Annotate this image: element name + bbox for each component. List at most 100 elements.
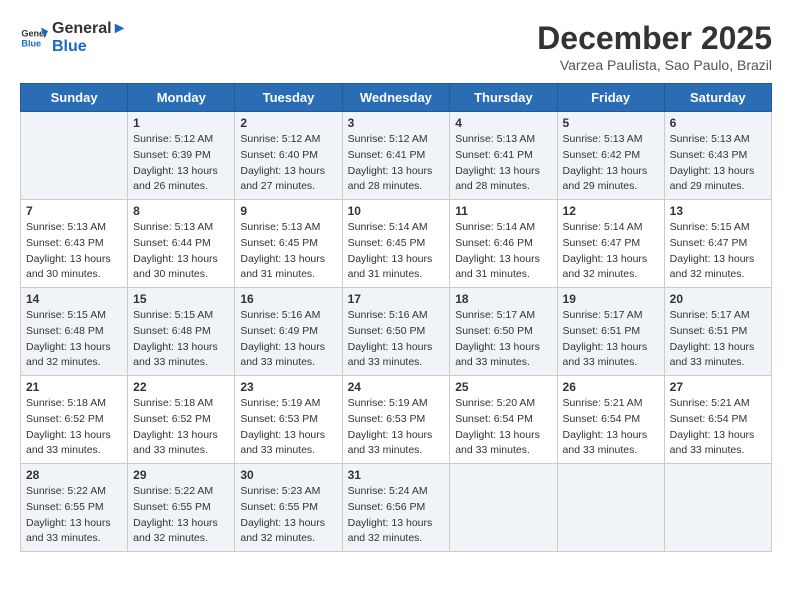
day-number: 20 bbox=[670, 292, 766, 306]
day-number: 12 bbox=[563, 204, 659, 218]
day-info: Sunrise: 5:17 AMSunset: 6:50 PMDaylight:… bbox=[455, 308, 551, 371]
calendar-cell: 26Sunrise: 5:21 AMSunset: 6:54 PMDayligh… bbox=[557, 376, 664, 464]
calendar-cell: 7 Sunrise: 5:13 AMSunset: 6:43 PMDaylight… bbox=[21, 200, 128, 288]
calendar-cell: 19Sunrise: 5:17 AMSunset: 6:51 PMDayligh… bbox=[557, 288, 664, 376]
day-number: 10 bbox=[348, 204, 445, 218]
calendar-cell: 12 Sunrise: 5:14 AMSunset: 6:47 PMDayligh… bbox=[557, 200, 664, 288]
calendar-cell: 11 Sunrise: 5:14 AMSunset: 6:46 PMDayligh… bbox=[450, 200, 557, 288]
day-info: Sunrise: 5:18 AMSunset: 6:52 PMDaylight:… bbox=[133, 396, 229, 459]
day-info: Sunrise: 5:13 AMSunset: 6:44 PMDaylight:… bbox=[133, 220, 229, 283]
day-number: 13 bbox=[670, 204, 766, 218]
calendar-week-1: 1 Sunrise: 5:12 AMSunset: 6:39 PMDaylight… bbox=[21, 112, 772, 200]
header-sunday: Sunday bbox=[21, 84, 128, 112]
header-friday: Friday bbox=[557, 84, 664, 112]
calendar-cell: 13Sunrise: 5:15 AMSunset: 6:47 PMDayligh… bbox=[664, 200, 771, 288]
calendar-header-row: SundayMondayTuesdayWednesdayThursdayFrid… bbox=[21, 84, 772, 112]
page-header: General Blue General► Blue December 2025… bbox=[20, 20, 772, 73]
calendar-week-2: 7 Sunrise: 5:13 AMSunset: 6:43 PMDaylight… bbox=[21, 200, 772, 288]
calendar-cell: 9 Sunrise: 5:13 AMSunset: 6:45 PMDaylight… bbox=[235, 200, 342, 288]
day-info: Sunrise: 5:24 AMSunset: 6:56 PMDaylight:… bbox=[348, 484, 445, 547]
logo-line1: General► bbox=[52, 20, 127, 38]
calendar-cell: 21 Sunrise: 5:18 AMSunset: 6:52 PMDayligh… bbox=[21, 376, 128, 464]
calendar-cell bbox=[664, 464, 771, 552]
calendar-cell: 8 Sunrise: 5:13 AMSunset: 6:44 PMDaylight… bbox=[128, 200, 235, 288]
day-number: 24 bbox=[348, 380, 445, 394]
header-monday: Monday bbox=[128, 84, 235, 112]
day-info: Sunrise: 5:20 AMSunset: 6:54 PMDaylight:… bbox=[455, 396, 551, 459]
calendar-cell: 27Sunrise: 5:21 AMSunset: 6:54 PMDayligh… bbox=[664, 376, 771, 464]
day-number: 27 bbox=[670, 380, 766, 394]
calendar-cell bbox=[21, 112, 128, 200]
day-info: Sunrise: 5:16 AMSunset: 6:50 PMDaylight:… bbox=[348, 308, 445, 371]
day-info: Sunrise: 5:17 AMSunset: 6:51 PMDaylight:… bbox=[563, 308, 659, 371]
day-number: 21 bbox=[26, 380, 122, 394]
day-number: 6 bbox=[670, 116, 766, 130]
day-info: Sunrise: 5:17 AMSunset: 6:51 PMDaylight:… bbox=[670, 308, 766, 371]
day-info: Sunrise: 5:14 AMSunset: 6:46 PMDaylight:… bbox=[455, 220, 551, 283]
logo-icon: General Blue bbox=[20, 24, 48, 52]
day-info: Sunrise: 5:13 AMSunset: 6:42 PMDaylight:… bbox=[563, 132, 659, 195]
day-number: 17 bbox=[348, 292, 445, 306]
calendar-cell: 28Sunrise: 5:22 AMSunset: 6:55 PMDayligh… bbox=[21, 464, 128, 552]
day-info: Sunrise: 5:12 AMSunset: 6:40 PMDaylight:… bbox=[240, 132, 336, 195]
day-info: Sunrise: 5:13 AMSunset: 6:41 PMDaylight:… bbox=[455, 132, 551, 195]
header-saturday: Saturday bbox=[664, 84, 771, 112]
day-info: Sunrise: 5:14 AMSunset: 6:47 PMDaylight:… bbox=[563, 220, 659, 283]
day-number: 7 bbox=[26, 204, 122, 218]
day-number: 16 bbox=[240, 292, 336, 306]
day-info: Sunrise: 5:21 AMSunset: 6:54 PMDaylight:… bbox=[563, 396, 659, 459]
calendar-cell: 16Sunrise: 5:16 AMSunset: 6:49 PMDayligh… bbox=[235, 288, 342, 376]
calendar-cell: 17 Sunrise: 5:16 AMSunset: 6:50 PMDayligh… bbox=[342, 288, 450, 376]
day-number: 23 bbox=[240, 380, 336, 394]
calendar-cell: 24Sunrise: 5:19 AMSunset: 6:53 PMDayligh… bbox=[342, 376, 450, 464]
day-info: Sunrise: 5:12 AMSunset: 6:41 PMDaylight:… bbox=[348, 132, 445, 195]
day-number: 15 bbox=[133, 292, 229, 306]
day-info: Sunrise: 5:19 AMSunset: 6:53 PMDaylight:… bbox=[240, 396, 336, 459]
day-info: Sunrise: 5:22 AMSunset: 6:55 PMDaylight:… bbox=[133, 484, 229, 547]
day-info: Sunrise: 5:18 AMSunset: 6:52 PMDaylight:… bbox=[26, 396, 122, 459]
calendar-cell: 18Sunrise: 5:17 AMSunset: 6:50 PMDayligh… bbox=[450, 288, 557, 376]
day-number: 4 bbox=[455, 116, 551, 130]
day-number: 30 bbox=[240, 468, 336, 482]
day-number: 29 bbox=[133, 468, 229, 482]
month-title: December 2025 bbox=[537, 20, 772, 57]
day-number: 22 bbox=[133, 380, 229, 394]
calendar-cell: 20 Sunrise: 5:17 AMSunset: 6:51 PMDayligh… bbox=[664, 288, 771, 376]
calendar-cell: 5 Sunrise: 5:13 AMSunset: 6:42 PMDaylight… bbox=[557, 112, 664, 200]
day-number: 31 bbox=[348, 468, 445, 482]
calendar-cell: 30 Sunrise: 5:23 AMSunset: 6:55 PMDayligh… bbox=[235, 464, 342, 552]
day-number: 5 bbox=[563, 116, 659, 130]
day-number: 2 bbox=[240, 116, 336, 130]
calendar-cell: 25 Sunrise: 5:20 AMSunset: 6:54 PMDayligh… bbox=[450, 376, 557, 464]
day-number: 1 bbox=[133, 116, 229, 130]
header-wednesday: Wednesday bbox=[342, 84, 450, 112]
day-number: 8 bbox=[133, 204, 229, 218]
location: Varzea Paulista, Sao Paulo, Brazil bbox=[537, 57, 772, 73]
calendar-cell: 23 Sunrise: 5:19 AMSunset: 6:53 PMDayligh… bbox=[235, 376, 342, 464]
header-thursday: Thursday bbox=[450, 84, 557, 112]
calendar-cell: 29 Sunrise: 5:22 AMSunset: 6:55 PMDayligh… bbox=[128, 464, 235, 552]
day-number: 9 bbox=[240, 204, 336, 218]
calendar-cell bbox=[557, 464, 664, 552]
calendar-cell: 10 Sunrise: 5:14 AMSunset: 6:45 PMDayligh… bbox=[342, 200, 450, 288]
calendar-week-5: 28Sunrise: 5:22 AMSunset: 6:55 PMDayligh… bbox=[21, 464, 772, 552]
calendar-cell: 15 Sunrise: 5:15 AMSunset: 6:48 PMDayligh… bbox=[128, 288, 235, 376]
day-info: Sunrise: 5:15 AMSunset: 6:48 PMDaylight:… bbox=[26, 308, 122, 371]
day-info: Sunrise: 5:23 AMSunset: 6:55 PMDaylight:… bbox=[240, 484, 336, 547]
calendar-table: SundayMondayTuesdayWednesdayThursdayFrid… bbox=[20, 83, 772, 552]
header-tuesday: Tuesday bbox=[235, 84, 342, 112]
day-info: Sunrise: 5:13 AMSunset: 6:43 PMDaylight:… bbox=[26, 220, 122, 283]
day-info: Sunrise: 5:13 AMSunset: 6:45 PMDaylight:… bbox=[240, 220, 336, 283]
calendar-week-3: 14Sunrise: 5:15 AMSunset: 6:48 PMDayligh… bbox=[21, 288, 772, 376]
day-number: 11 bbox=[455, 204, 551, 218]
day-number: 25 bbox=[455, 380, 551, 394]
day-info: Sunrise: 5:15 AMSunset: 6:48 PMDaylight:… bbox=[133, 308, 229, 371]
calendar-cell: 14Sunrise: 5:15 AMSunset: 6:48 PMDayligh… bbox=[21, 288, 128, 376]
logo: General Blue General► Blue bbox=[20, 20, 127, 55]
day-info: Sunrise: 5:14 AMSunset: 6:45 PMDaylight:… bbox=[348, 220, 445, 283]
calendar-cell bbox=[450, 464, 557, 552]
svg-text:Blue: Blue bbox=[21, 38, 41, 48]
day-info: Sunrise: 5:12 AMSunset: 6:39 PMDaylight:… bbox=[133, 132, 229, 195]
day-number: 3 bbox=[348, 116, 445, 130]
title-section: December 2025 Varzea Paulista, Sao Paulo… bbox=[537, 20, 772, 73]
